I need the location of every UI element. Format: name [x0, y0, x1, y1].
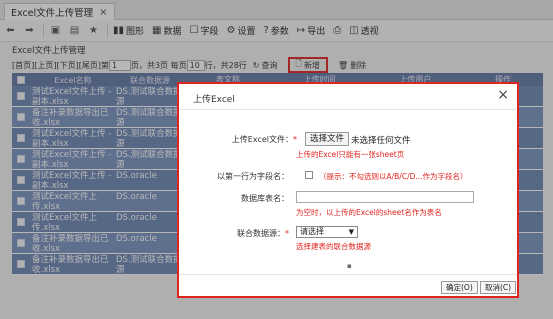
first-row-hint: （提示：不勾选则以A/B/C/D...作为字段名） — [319, 172, 468, 181]
cancel-button[interactable]: 取消(C) — [480, 281, 517, 294]
datasource-select[interactable]: 请选择 ▼ — [296, 226, 358, 238]
dialog-divider — [179, 109, 517, 110]
resize-dot: ▪ — [347, 262, 352, 270]
dialog-title: 上传Excel — [193, 95, 235, 105]
choose-file-button[interactable]: 选择文件 — [305, 132, 350, 146]
first-row-checkbox[interactable] — [305, 171, 313, 179]
file-label: 上传Excel文件：* — [231, 135, 297, 144]
file-status: 未选择任何文件 — [351, 136, 411, 146]
datasource-label: 联合数据源：* — [237, 229, 289, 238]
dialog-footer-divider — [179, 274, 517, 275]
ok-button[interactable]: 确定(O) — [441, 281, 478, 294]
table-name-hint: 为空时，以上传的Excel的sheet名作为表名 — [296, 208, 442, 217]
first-row-label: 以第一行为字段名： — [217, 172, 289, 181]
datasource-hint: 选择建表的联合数据源 — [296, 242, 371, 251]
upload-excel-dialog: 上传Excel × 上传Excel文件：* 选择文件 未选择任何文件 上传的Ex… — [177, 82, 519, 298]
close-icon[interactable]: × — [497, 87, 509, 103]
file-hint: 上传的Excel只能有一张sheet页 — [296, 150, 405, 159]
table-name-input[interactable] — [296, 191, 474, 203]
table-name-label: 数据库表名： — [241, 194, 289, 203]
dropdown-arrow-icon: ▼ — [348, 228, 354, 236]
datasource-value: 请选择 — [300, 227, 324, 236]
